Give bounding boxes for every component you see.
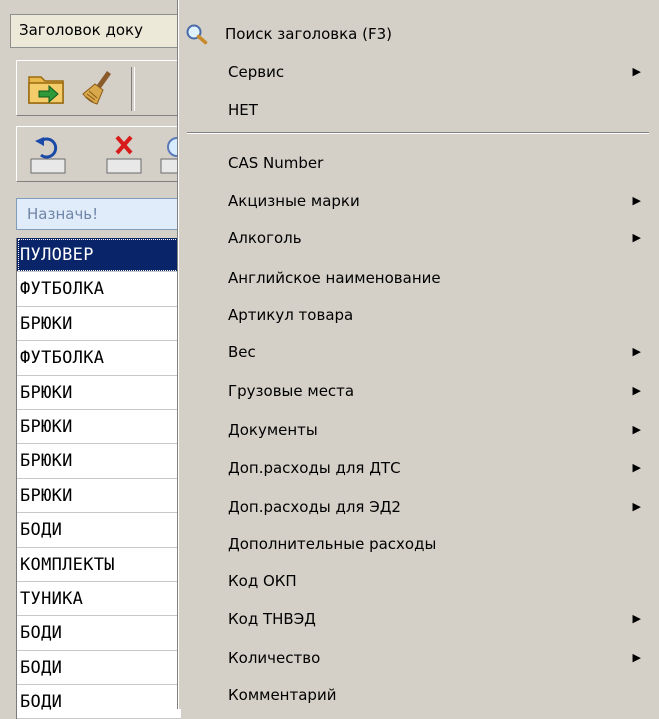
table-row[interactable]: БОДИ (17, 513, 181, 548)
menu-item-label: Вес (228, 343, 256, 361)
menu-item-label: Документы (228, 421, 318, 439)
menu-item-none[interactable]: НЕТ (179, 93, 649, 127)
table-row[interactable]: БРЮКИ (17, 479, 181, 514)
menu-item-label: Английское наименование (228, 269, 441, 287)
menu-item-article[interactable]: Артикул товара (179, 298, 649, 332)
undo-button[interactable] (27, 133, 71, 175)
menu-item-label: Акцизные марки (228, 192, 360, 210)
menu-separator (187, 132, 649, 134)
submenu-arrow-icon: ▶ (632, 612, 641, 625)
menu-item-additional-costs[interactable]: Дополнительные расходы (179, 527, 649, 561)
table-row[interactable]: БРЮКИ (17, 307, 181, 342)
submenu-arrow-icon: ▶ (632, 345, 641, 358)
broom-icon (82, 71, 111, 105)
submenu-arrow-icon: ▶ (632, 423, 641, 436)
folder-import-button[interactable] (25, 67, 69, 109)
table-row[interactable]: ФУТБОЛКА (17, 341, 181, 376)
menu-item-search-header[interactable]: Поиск заголовка (F3) (179, 17, 649, 51)
menu-item-excise-stamps[interactable]: Акцизные марки ▶ (179, 184, 649, 218)
records-grid: ПУЛОВЕР ФУТБОЛКА БРЮКИ ФУТБОЛКА БРЮКИ БР… (16, 238, 181, 719)
menu-item-label: Количество (228, 649, 321, 667)
menu-item-quantity[interactable]: Количество ▶ (179, 641, 649, 675)
document-window: Заголовок доку Назначь! ПУЛОВЕР ФУТБОЛКА… (0, 0, 196, 719)
menu-item-label: Алкоголь (228, 229, 302, 247)
menu-item-label: CAS Number (228, 154, 324, 172)
submenu-arrow-icon: ▶ (632, 384, 641, 397)
context-menu: Поиск заголовка (F3) Сервис ▶ НЕТ CAS Nu… (178, 0, 659, 709)
menu-item-label: Код ОКП (228, 572, 297, 590)
menu-item-label: Артикул товара (228, 306, 354, 324)
menu-item-documents[interactable]: Документы ▶ (179, 413, 649, 447)
menu-item-label: Комментарий (228, 686, 337, 704)
menu-item-alcohol[interactable]: Алкоголь ▶ (179, 221, 649, 255)
menu-item-tnved-code[interactable]: Код ТНВЭД ▶ (179, 602, 649, 636)
table-row[interactable]: БРЮКИ (17, 376, 181, 410)
table-row[interactable]: ПУЛОВЕР (17, 238, 181, 273)
submenu-arrow-icon: ▶ (632, 500, 641, 513)
toolbar-top (16, 60, 180, 116)
menu-item-english-name[interactable]: Английское наименование (179, 261, 649, 295)
delete-icon (106, 135, 142, 174)
menu-item-label: Доп.расходы для ЭД2 (228, 498, 401, 516)
submenu-arrow-icon: ▶ (632, 65, 641, 78)
submenu-arrow-icon: ▶ (632, 231, 641, 244)
column-header[interactable]: Заголовок доку (10, 14, 180, 48)
table-row[interactable]: БОДИ (17, 685, 181, 719)
table-row[interactable]: КОМПЛЕКТЫ (17, 548, 181, 582)
table-row[interactable]: БОДИ (17, 651, 181, 686)
menu-item-label: Код ТНВЭД (228, 610, 316, 628)
table-row[interactable]: БРЮКИ (17, 444, 181, 479)
menu-item-label: Поиск заголовка (F3) (225, 25, 393, 43)
table-row[interactable]: БОДИ (17, 616, 181, 651)
menu-item-label: Доп.расходы для ДТС (228, 459, 401, 477)
submenu-arrow-icon: ▶ (632, 651, 641, 664)
undo-icon (30, 137, 66, 174)
table-row[interactable]: БРЮКИ (17, 410, 181, 445)
menu-item-label: Дополнительные расходы (228, 535, 437, 553)
table-row[interactable]: ТУНИКА (17, 582, 181, 617)
menu-item-comment[interactable]: Комментарий (179, 678, 649, 712)
menu-item-cas-number[interactable]: CAS Number (179, 146, 649, 180)
menu-item-cargo-places[interactable]: Грузовые места ▶ (179, 374, 649, 408)
menu-item-service[interactable]: Сервис ▶ (179, 55, 649, 89)
menu-item-extra-costs-dts[interactable]: Доп.расходы для ДТС ▶ (179, 451, 649, 485)
menu-item-label: Грузовые места (228, 382, 355, 400)
menu-item-label: НЕТ (228, 101, 258, 119)
toolbar-bottom (16, 126, 196, 182)
delete-button[interactable] (103, 133, 147, 175)
menu-item-label: Сервис (228, 63, 285, 81)
submenu-arrow-icon: ▶ (632, 194, 641, 207)
filter-input[interactable]: Назначь! (16, 198, 180, 230)
menu-item-okp-code[interactable]: Код ОКП (179, 564, 649, 598)
menu-item-extra-costs-ed2[interactable]: Доп.расходы для ЭД2 ▶ (179, 490, 649, 524)
toolbar-separator (131, 67, 135, 111)
table-row[interactable]: ФУТБОЛКА (17, 272, 181, 307)
folder-import-icon (28, 76, 64, 104)
submenu-arrow-icon: ▶ (632, 461, 641, 474)
menu-item-weight[interactable]: Вес ▶ (179, 335, 649, 369)
search-icon (186, 24, 208, 45)
clear-button[interactable] (77, 67, 121, 109)
